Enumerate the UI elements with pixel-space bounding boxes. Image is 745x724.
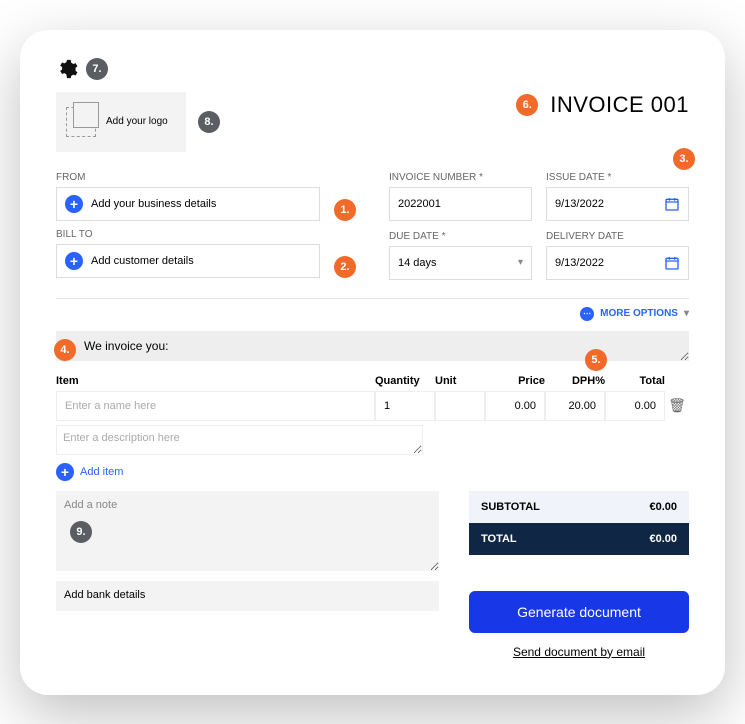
marker-9: 9. (70, 521, 92, 543)
divider (56, 298, 689, 299)
due-date-label: Due date * (389, 231, 532, 242)
issue-date-input[interactable]: 9/13/2022 (546, 187, 689, 221)
price-input[interactable]: 0.00 (485, 391, 545, 421)
marker-2: 2. (334, 256, 356, 278)
subtotal-row: SUBTOTAL€0.00 (469, 491, 689, 523)
add-logo-box[interactable]: Add your logo (56, 92, 186, 152)
more-options-link[interactable]: ⋯ MORE OPTIONS ▾ (56, 307, 689, 321)
issue-date-label: Issue date * (546, 172, 689, 183)
marker-3: 3. (673, 148, 695, 170)
marker-5: 5. (585, 349, 607, 371)
invoice-number-label: Invoice number * (389, 172, 532, 183)
invoice-card: 7. Add your logo 8. 6. INVOICE 001 FROM … (20, 30, 725, 695)
invoice-title: INVOICE 001 (550, 92, 689, 118)
delivery-date-label: Delivery date (546, 231, 689, 242)
item-name-input[interactable]: Enter a name here (56, 391, 375, 421)
dph-input[interactable]: 20.00 (545, 391, 605, 421)
calendar-icon (664, 255, 680, 271)
billto-field[interactable]: + Add customer details (56, 244, 320, 278)
quantity-input[interactable]: 1 (375, 391, 435, 421)
note-textarea[interactable]: Add a note 9. (56, 491, 439, 571)
billto-placeholder: Add customer details (91, 255, 194, 267)
chevron-down-icon: ▾ (518, 257, 523, 268)
total-cell: 0.00 (605, 391, 665, 421)
table-row: Enter a name here 1 0.00 20.00 0.00 🗑 (56, 391, 689, 421)
unit-input[interactable] (435, 391, 485, 421)
logo-placeholder-icon (66, 107, 96, 137)
send-email-link[interactable]: Send document by email (469, 645, 689, 659)
marker-4: 4. (54, 339, 76, 361)
due-date-select[interactable]: 14 days ▾ (389, 246, 532, 280)
from-field[interactable]: + Add your business details (56, 187, 320, 221)
billto-label: BILL TO (56, 229, 356, 240)
description-input[interactable]: Enter a description here (56, 425, 423, 455)
invoice-number-input[interactable]: 2022001 (389, 187, 532, 221)
table-header: Item Quantity Unit Price DPH% Total (56, 371, 689, 391)
chevron-down-icon: ▾ (684, 308, 689, 319)
delivery-date-input[interactable]: 9/13/2022 (546, 246, 689, 280)
plus-icon: + (65, 195, 83, 213)
more-icon: ⋯ (580, 307, 594, 321)
calendar-icon (664, 196, 680, 212)
marker-8: 8. (198, 111, 220, 133)
add-logo-label: Add your logo (106, 116, 168, 127)
marker-1: 1. (334, 199, 356, 221)
bank-details-input[interactable]: Add bank details (56, 581, 439, 611)
total-row: TOTAL€0.00 (469, 523, 689, 555)
marker-6: 6. (516, 94, 538, 116)
generate-button[interactable]: Generate document (469, 591, 689, 633)
gear-icon[interactable] (56, 58, 78, 80)
add-item-link[interactable]: + Add item (56, 463, 689, 481)
plus-icon: + (56, 463, 74, 481)
plus-icon: + (65, 252, 83, 270)
trash-icon[interactable]: 🗑 (665, 391, 689, 421)
from-placeholder: Add your business details (91, 198, 216, 210)
from-label: FROM (56, 172, 356, 183)
marker-7: 7. (86, 58, 108, 80)
